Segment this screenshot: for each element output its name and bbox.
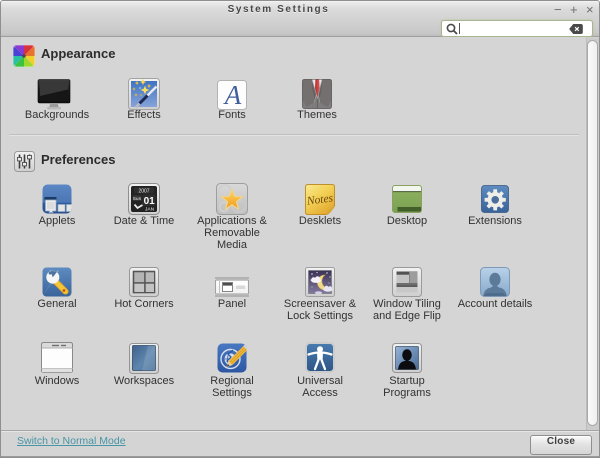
svg-text:01: 01 bbox=[144, 196, 156, 207]
svg-text:A: A bbox=[223, 80, 242, 110]
svg-text:JAN: JAN bbox=[145, 207, 155, 213]
svg-text:Sun: Sun bbox=[133, 196, 142, 202]
svg-text:2007: 2007 bbox=[138, 189, 149, 195]
